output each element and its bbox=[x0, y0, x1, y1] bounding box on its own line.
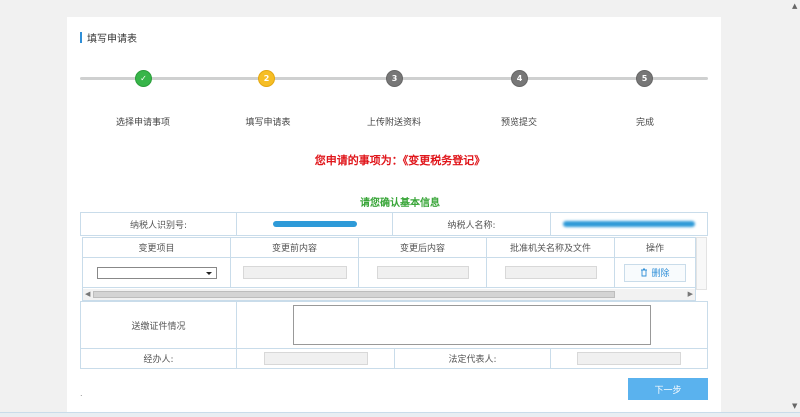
section-title-text: 填写申请表 bbox=[87, 33, 137, 45]
step-4: 4 bbox=[511, 70, 528, 87]
change-items-table: 变更项目 变更前内容 变更后内容 批准机关名称及文件 操作 删除 ◀ ▶ bbox=[82, 237, 696, 301]
taxpayer-name-label: 纳税人名称: bbox=[393, 213, 551, 235]
col-change-item: 变更项目 bbox=[83, 238, 231, 257]
col-approval-doc: 批准机关名称及文件 bbox=[487, 238, 615, 257]
next-step-button[interactable]: 下一步 bbox=[628, 378, 708, 400]
delete-button[interactable]: 删除 bbox=[624, 263, 686, 282]
taxpayer-id-value bbox=[237, 213, 393, 235]
table-horizontal-scrollbar[interactable]: ◀ ▶ bbox=[83, 289, 695, 300]
step-5-label: 完成 bbox=[635, 118, 655, 128]
signatory-row: 经办人: 法定代表人: bbox=[80, 349, 708, 369]
page-bottom-edge bbox=[0, 412, 800, 417]
footer-mark: . bbox=[80, 389, 83, 398]
handler-cell bbox=[237, 349, 395, 368]
after-cell bbox=[359, 258, 487, 287]
step-5: 5 bbox=[636, 70, 653, 87]
taxpayer-info-row: 纳税人识别号: 纳税人名称: bbox=[80, 212, 708, 236]
scrollbar-thumb[interactable] bbox=[93, 291, 615, 298]
col-before: 变更前内容 bbox=[231, 238, 359, 257]
confirm-info-title: 请您确认基本信息 bbox=[360, 198, 440, 209]
col-operation: 操作 bbox=[645, 244, 664, 254]
table-vertical-scrollbar[interactable] bbox=[696, 237, 707, 290]
after-content-input[interactable] bbox=[376, 266, 469, 279]
handler-input[interactable] bbox=[263, 352, 368, 365]
scroll-left-icon[interactable]: ◀ bbox=[85, 290, 90, 298]
legal-rep-label: 法定代表人: bbox=[395, 349, 551, 368]
trash-icon bbox=[641, 268, 648, 277]
step-3-label: 上传附送资料 bbox=[366, 118, 422, 128]
change-item-cell bbox=[83, 258, 231, 287]
step-2-label: 填写申请表 bbox=[245, 118, 291, 128]
taxpayer-id-redacted bbox=[272, 221, 357, 227]
certificate-textarea[interactable] bbox=[293, 305, 651, 345]
title-accent-bar bbox=[80, 31, 82, 43]
approval-cell bbox=[487, 258, 615, 287]
taxpayer-id-label: 纳税人识别号: bbox=[81, 213, 237, 235]
step-3: 3 bbox=[386, 70, 403, 87]
before-content-input[interactable] bbox=[242, 266, 347, 279]
step-2-current: 2 bbox=[258, 70, 275, 87]
legal-rep-input[interactable] bbox=[577, 352, 681, 365]
section-title: 填写申请表 bbox=[80, 31, 137, 45]
handler-label: 经办人: bbox=[81, 349, 237, 368]
step-1-done-icon: ✓ bbox=[135, 70, 152, 87]
delete-label: 删除 bbox=[651, 269, 670, 279]
before-cell bbox=[231, 258, 359, 287]
certificate-label: 送缴证件情况 bbox=[81, 302, 237, 348]
scroll-down-icon[interactable]: ▼ bbox=[792, 402, 797, 410]
taxpayer-name-value bbox=[551, 213, 707, 235]
certificate-cell bbox=[237, 302, 707, 348]
scroll-right-icon[interactable]: ▶ bbox=[688, 290, 693, 298]
table-row: 删除 bbox=[83, 258, 695, 288]
step-4-label: 预览提交 bbox=[500, 118, 538, 128]
legal-rep-cell bbox=[551, 349, 707, 368]
page-scrollbar[interactable]: ▲ ▼ bbox=[790, 0, 800, 412]
change-item-select[interactable] bbox=[96, 266, 217, 279]
step-1-label: 选择申请事项 bbox=[115, 118, 171, 128]
certificate-row: 送缴证件情况 bbox=[80, 301, 708, 349]
table-header: 变更项目 变更前内容 变更后内容 批准机关名称及文件 操作 bbox=[83, 238, 695, 258]
application-notice: 您申请的事项为：《变更税务登记》 bbox=[314, 154, 486, 167]
col-after: 变更后内容 bbox=[359, 238, 487, 257]
taxpayer-name-redacted bbox=[563, 221, 695, 227]
approval-doc-input[interactable] bbox=[504, 266, 597, 279]
scroll-up-icon[interactable]: ▲ bbox=[792, 2, 797, 10]
operation-cell: 删除 bbox=[615, 258, 695, 287]
